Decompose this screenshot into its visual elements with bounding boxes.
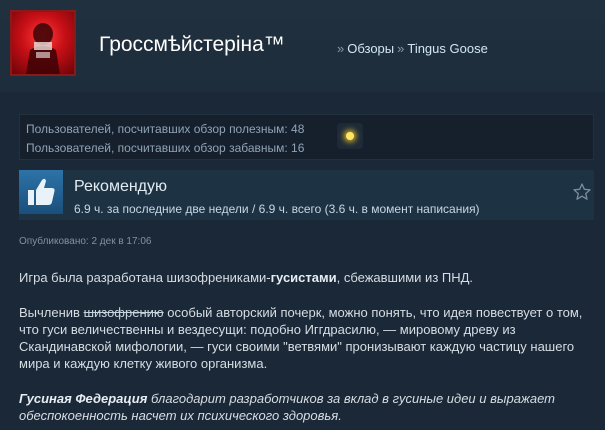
profile-header: Гроссмѣйстеріна™ » Обзоры» Tingus Goose bbox=[0, 0, 605, 92]
breadcrumb-separator: » bbox=[397, 41, 405, 56]
breadcrumb-game-link[interactable]: Tingus Goose bbox=[407, 41, 487, 56]
award-glow bbox=[346, 132, 354, 140]
review-bold-text: гусистами bbox=[270, 270, 337, 285]
award-icon[interactable] bbox=[337, 123, 363, 149]
funny-count-text: Пользователей, посчитавших обзор забавны… bbox=[26, 141, 305, 155]
avatar[interactable] bbox=[10, 10, 76, 76]
recommendation-title: Рекомендую bbox=[74, 178, 168, 195]
review-bold-italic-text: Гусиная Федерация bbox=[19, 391, 148, 406]
avatar-image bbox=[26, 23, 60, 74]
playtime-hours: 6.9 ч. за последние две недели / 6.9 ч. … bbox=[74, 202, 480, 216]
review-paragraph: Игра была разработана шизофрениками-гуси… bbox=[19, 269, 594, 286]
review-text-segment: Игра была разработана шизофрениками- bbox=[19, 270, 271, 285]
review-strikethrough-text: шизофрению bbox=[83, 305, 164, 320]
posted-date: Опубликовано: 2 дек в 17:06 bbox=[19, 236, 152, 247]
breadcrumb: » Обзоры» Tingus Goose bbox=[334, 41, 488, 56]
review-text-segment: Вычленив bbox=[19, 305, 84, 320]
review-body: Игра была разработана шизофрениками-гуси… bbox=[19, 269, 594, 424]
helpful-counts-box: Пользователей, посчитавших обзор полезны… bbox=[19, 114, 594, 160]
recommendation-block: Рекомендую 6.9 ч. за последние две недел… bbox=[19, 170, 594, 220]
review-paragraph: Вычленив шизофрению особый авторский поч… bbox=[19, 304, 594, 372]
useful-count-text: Пользователей, посчитавших обзор полезны… bbox=[26, 122, 305, 136]
breadcrumb-separator: » bbox=[337, 41, 345, 56]
review-paragraph: Гусиная Федерация благодарит разработчик… bbox=[19, 390, 594, 424]
thumbs-up-icon bbox=[19, 170, 63, 214]
persona-name[interactable]: Гроссмѣйстеріна™ bbox=[99, 33, 285, 57]
review-text-segment: , сбежавшими из ПНД. bbox=[336, 270, 474, 285]
star-icon[interactable] bbox=[572, 182, 592, 202]
breadcrumb-reviews-link[interactable]: Обзоры bbox=[347, 41, 394, 56]
